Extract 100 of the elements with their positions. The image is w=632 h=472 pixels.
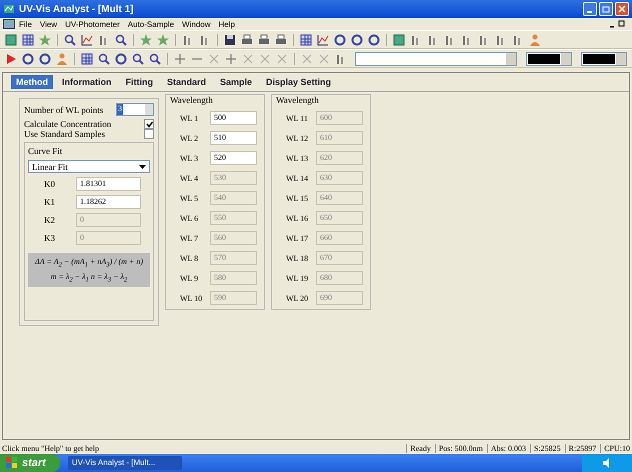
chart-icon[interactable] [4,32,18,46]
wavelength-label: WL 11 [286,114,309,122]
wavelength-label: WL 12 [286,134,310,142]
formula-line: ΔA = A$_{2}$ − (mA$_{1}$ + nA$_{3}$) / (m + n) [35,257,143,269]
color-picker[interactable] [581,52,627,66]
restore-icon [602,5,610,13]
minimize-button[interactable] [583,2,597,16]
wavelength-label: WL 4 [180,174,200,182]
circle-icon[interactable] [21,52,35,66]
circle-icon[interactable] [114,52,128,66]
coefficient-field[interactable]: 1.18262 [76,195,141,209]
wavelength-field[interactable]: 510 [210,131,257,145]
cross-icon[interactable] [275,52,289,66]
group-title: Curve Fit [28,146,64,156]
color-swatch [583,54,615,64]
color-picker[interactable] [526,52,572,66]
wavelength-label: WL 2 [180,134,200,142]
plus-icon[interactable] [224,52,238,66]
window-title: UV-Vis Analyst - [Mult 1] [19,4,134,14]
color-swatch [528,54,560,64]
print-icon[interactable] [274,32,288,46]
search-icon[interactable] [97,52,111,66]
circle-icon[interactable] [38,52,52,66]
table-icon[interactable] [80,52,94,66]
checkbox[interactable] [144,119,154,129]
close-button[interactable] [615,2,629,16]
app-icon [3,3,15,15]
speaker-icon[interactable] [602,458,612,468]
print-icon[interactable] [257,32,271,46]
field-label: Number of WL points [24,104,104,114]
tab[interactable]: Information [57,75,116,89]
wavelength-label: WL 1 [180,114,200,122]
wavelength-label: WL 16 [286,214,310,222]
wavelength-label: WL 8 [180,254,200,262]
status-pane: R:25897 [564,444,596,452]
table-icon[interactable] [299,32,313,46]
print-icon[interactable] [240,32,254,46]
circle-icon[interactable] [367,32,381,46]
status-pane: Pos: 500.0nm [434,444,483,452]
cross-icon[interactable] [258,52,272,66]
group-title: Wavelength [276,95,320,105]
wavelength-label: WL 15 [286,194,310,202]
cross-icon[interactable] [317,52,331,66]
wavelength-label: WL 20 [286,294,310,302]
search-icon[interactable] [114,32,128,46]
circle-icon[interactable] [350,32,364,46]
line-chart-icon[interactable] [80,32,94,46]
wavelength-label: WL 14 [286,174,310,182]
search-icon[interactable] [131,52,145,66]
wavelength-label: WL 3 [180,154,200,162]
taskbar-button[interactable]: UV-Vis Analyst - [Mult... [68,456,182,470]
spin-field[interactable]: 3 [116,103,154,116]
cross-icon[interactable] [241,52,255,66]
search-icon[interactable] [63,32,77,46]
start-button[interactable]: start [0,454,60,472]
group-title: Wavelength [170,95,214,105]
windows-flag-icon [6,457,18,469]
wavelength-label: WL 7 [180,234,200,242]
search-icon[interactable] [148,52,162,66]
chart-icon[interactable] [392,32,406,46]
cross-icon[interactable] [300,52,314,66]
menu-item[interactable]: Window [182,20,210,28]
close-icon [618,5,626,13]
plus-icon[interactable] [173,52,187,66]
wavelength-label: WL 13 [286,154,310,162]
wavelength-label: WL 9 [180,274,200,282]
star-icon[interactable] [139,32,153,46]
status-pane: Ready [406,444,431,452]
tab[interactable]: Sample [215,75,258,89]
menu-item[interactable]: Auto-Sample [128,20,174,28]
checkbox[interactable] [144,129,154,139]
document-icon[interactable] [3,19,15,29]
tab[interactable]: Fitting [120,75,158,89]
circle-icon[interactable] [333,32,347,46]
wavelength-label: WL 17 [286,234,310,242]
coefficient-field[interactable]: 1.81301 [76,177,141,191]
tab[interactable]: Method [11,75,53,89]
wavelength-field[interactable]: 520 [210,151,257,165]
tab[interactable]: Display Setting [261,75,336,89]
menu-item[interactable]: File [19,20,32,28]
person-icon[interactable] [528,32,542,46]
restore-button[interactable] [599,2,613,16]
table-icon[interactable] [21,32,35,46]
wavelength-label: WL 5 [180,194,200,202]
menu-item[interactable]: UV-Photometer [65,20,120,28]
wavelength-label: WL 10 [180,294,204,302]
wavelength-field[interactable]: 500 [210,111,257,125]
wavelength-label: WL 6 [180,214,200,222]
menu-item[interactable]: View [40,20,58,28]
fit-dropdown[interactable]: Linear Fit [28,160,150,173]
line-chart-icon[interactable] [316,32,330,46]
play-icon[interactable] [4,52,18,66]
tab[interactable]: Standard [162,75,212,89]
save-icon[interactable] [223,32,237,46]
status-message: Click menu "Help" to get help [2,444,100,452]
dropdown-arrow-icon [139,164,146,168]
menu-item[interactable]: Help [218,20,235,28]
star-icon[interactable] [156,32,170,46]
star-icon[interactable] [38,32,52,46]
cross-icon[interactable] [207,52,221,66]
